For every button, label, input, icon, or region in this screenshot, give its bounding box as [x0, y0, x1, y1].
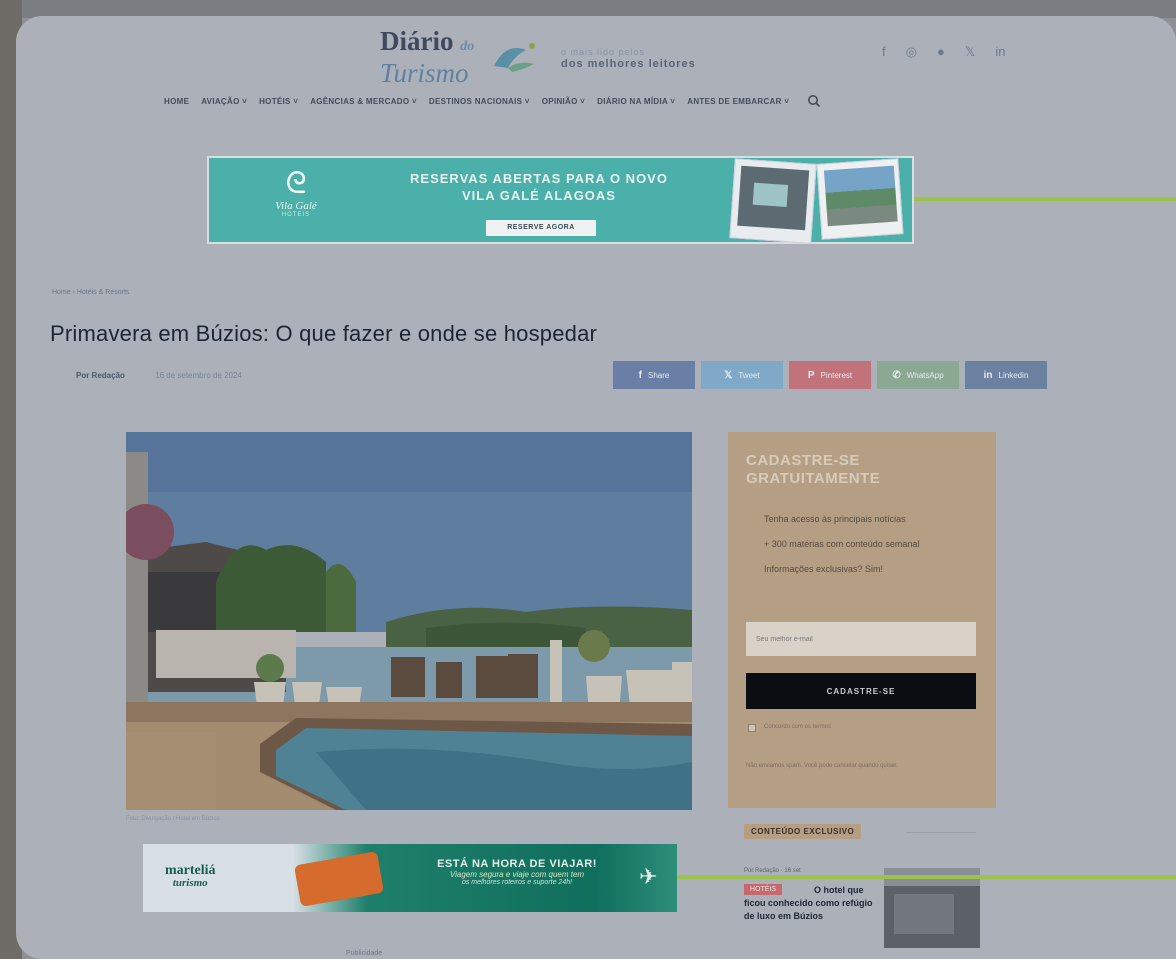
nav-opiniao[interactable]: OPINIÃO ˅ [542, 97, 585, 106]
author-link[interactable]: Por Redação [76, 371, 125, 380]
whatsapp-icon[interactable]: ● [937, 44, 945, 60]
newsletter-subscribe-button[interactable]: CADASTRE-SE [746, 673, 976, 709]
share-whatsapp-button[interactable]: ✆ WhatsApp [877, 361, 959, 389]
linkedin-icon[interactable]: in [995, 44, 1005, 60]
section-divider [906, 832, 976, 833]
pinterest-icon: P [807, 369, 815, 381]
benefit-item: Informações exclusivas? Sim! [764, 564, 884, 574]
linkedin-icon: in [983, 369, 993, 381]
ad2-headline: ESTÁ NA HORA DE VIAJAR! Viagem segura e … [437, 858, 597, 886]
share-facebook-button[interactable]: f Share [613, 361, 695, 389]
benefit-item: + 300 matérias com conteúdo semanal [764, 539, 920, 549]
martelia-logo: marteliá turismo [165, 863, 216, 890]
airplane-icon: ✈ [639, 864, 658, 889]
nav-agencias[interactable]: AGÊNCIAS & MERCADO ˅ [310, 97, 417, 106]
bird-logo-icon [494, 43, 535, 72]
main-nav: HOME AVIAÇÃO ˅ HOTÉIS ˅ AGÊNCIAS & MERCA… [164, 94, 821, 108]
article-date: 16 de setembro de 2024 [155, 371, 242, 380]
related-article-thumbnail[interactable] [884, 868, 980, 948]
newsletter-benefits: Tenha acesso às principais notícias + 30… [764, 514, 974, 589]
category-badge[interactable]: HOTÉIS [744, 884, 783, 895]
newsletter-email-input[interactable] [746, 622, 976, 656]
newsletter-box: CADASTRE-SE GRATUITAMENTE Tenha acesso à… [728, 432, 996, 808]
vila-gale-logo: ᘓ Vila Galé HOTÉIS [251, 167, 341, 219]
suitcase-icon [293, 851, 385, 907]
share-bar: f Share 𝕏 Tweet P Pinterest ✆ WhatsApp i… [613, 361, 1047, 389]
x-icon: 𝕏 [724, 369, 733, 381]
tagline-main: dos melhores leitores [561, 58, 696, 70]
nav-hoteis[interactable]: HOTÉIS ˅ [259, 97, 298, 106]
reserve-button[interactable]: RESERVE AGORA [486, 220, 596, 236]
ad-divider-line [914, 197, 1176, 201]
share-x-button[interactable]: 𝕏 Tweet [701, 361, 783, 389]
article-hero-photo [126, 432, 692, 810]
ad-headline: RESERVAS ABERTAS PARA O NOVO VILA GALÉ A… [410, 171, 668, 203]
whatsapp-icon: ✆ [892, 369, 901, 381]
nav-destinos[interactable]: DESTINOS NACIONAIS ˅ [429, 97, 530, 106]
consent-checkbox[interactable] [748, 724, 756, 732]
site-tagline: o mais lido pelos dos melhores leitores [561, 46, 696, 70]
instagram-icon[interactable]: ◎ [906, 44, 917, 60]
ad-divider-line-bottom [677, 875, 1176, 879]
consent-label: Concordo com os termos [764, 724, 832, 730]
advertising-label: Publicidade [346, 950, 383, 957]
social-links: f ◎ ● 𝕏 in [882, 44, 1005, 60]
tagline-top: o mais lido pelos [561, 47, 646, 57]
bottom-banner-ad[interactable]: marteliá turismo ESTÁ NA HORA DE VIAJAR!… [143, 844, 677, 912]
search-icon[interactable] [807, 94, 821, 108]
ad-photo-room [729, 158, 817, 244]
article-title: Primavera em Búzios: O que fazer e onde … [50, 320, 598, 346]
facebook-icon[interactable]: f [882, 44, 886, 60]
exclusive-content-label: CONTEÚDO EXCLUSIVO [744, 824, 862, 839]
x-icon[interactable]: 𝕏 [965, 44, 975, 60]
nav-aviacao[interactable]: AVIAÇÃO ˅ [201, 97, 247, 106]
nav-diario-midia[interactable]: DIÁRIO NA MÍDIA ˅ [597, 97, 675, 106]
vila-gale-mark-icon: ᘓ [285, 167, 307, 200]
share-linkedin-button[interactable]: in Linkedin [965, 361, 1047, 389]
nav-antes-embarcar[interactable]: ANTES DE EMBARCAR ˅ [687, 97, 789, 106]
share-pinterest-button[interactable]: P Pinterest [789, 361, 871, 389]
benefit-item: Tenha acesso às principais notícias [764, 514, 906, 524]
facebook-icon: f [638, 369, 642, 381]
newsletter-title: CADASTRE-SE GRATUITAMENTE [746, 452, 881, 487]
site-logo[interactable]: Diário do Turismo [380, 28, 550, 88]
photo-caption: Foto: Divulgação / Hotel em Búzios [126, 816, 220, 822]
page-card: Diário do Turismo o mais lido pelos dos … [16, 16, 1176, 959]
nav-home[interactable]: HOME [164, 97, 189, 106]
top-banner-ad[interactable]: ᘓ Vila Galé HOTÉIS RESERVAS ABERTAS PARA… [207, 156, 914, 244]
related-meta: Por Redação · 16 set [744, 868, 801, 874]
article-meta: Por Redação 16 de setembro de 2024 [76, 371, 242, 380]
breadcrumb[interactable]: Home › Hotéis & Resorts [52, 289, 129, 296]
newsletter-fine-print: Não enviamos spam. Você pode cancelar qu… [746, 763, 898, 769]
ad-photo-resort [816, 158, 904, 240]
